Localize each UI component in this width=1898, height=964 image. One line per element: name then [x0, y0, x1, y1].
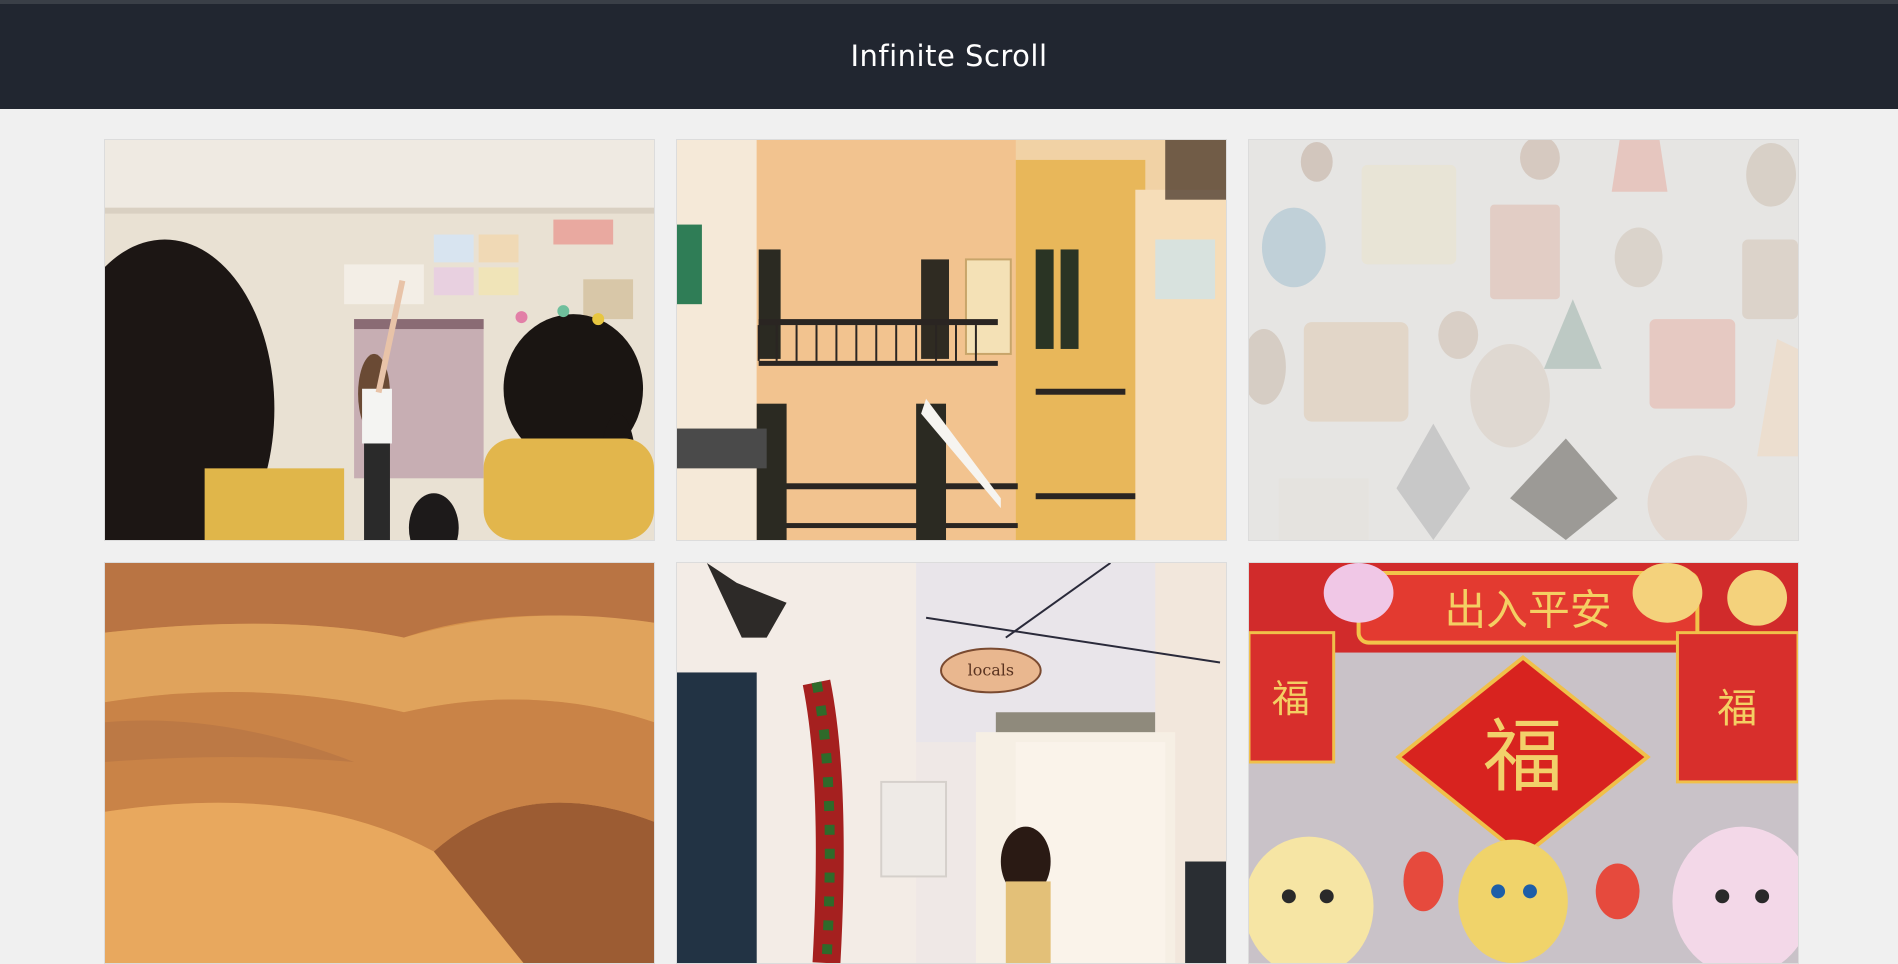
lunar-new-year-decorations-photo: 出入平安 福 福 福	[1249, 563, 1798, 963]
geometric-shapes-photo	[1249, 140, 1798, 540]
gallery-card-desert[interactable]	[104, 562, 655, 964]
gallery-card-lunar-new-year[interactable]: 出入平安 福 福 福	[1248, 562, 1799, 964]
gallery-card-classroom[interactable]	[104, 139, 655, 541]
locals-sign-text: locals	[968, 660, 1014, 679]
alley-storefront-photo: locals	[677, 563, 1226, 963]
gallery-card-alley[interactable]: locals	[676, 562, 1227, 964]
gallery-card-shapes[interactable]	[1248, 139, 1799, 541]
building-balconies-photo	[677, 140, 1226, 540]
image-gallery-grid: locals 出入平安 福 福 福	[104, 139, 1800, 964]
banner-text: 出入平安	[1444, 586, 1611, 635]
side-left-text: 福	[1272, 677, 1310, 721]
side-right-text: 福	[1717, 686, 1757, 732]
classroom-photo	[105, 140, 654, 540]
desert-dunes-photo	[105, 563, 654, 963]
center-text: 福	[1483, 710, 1563, 803]
page-header: Infinite Scroll	[0, 4, 1898, 109]
gallery-card-building[interactable]	[676, 139, 1227, 541]
page-title: Infinite Scroll	[850, 38, 1048, 73]
